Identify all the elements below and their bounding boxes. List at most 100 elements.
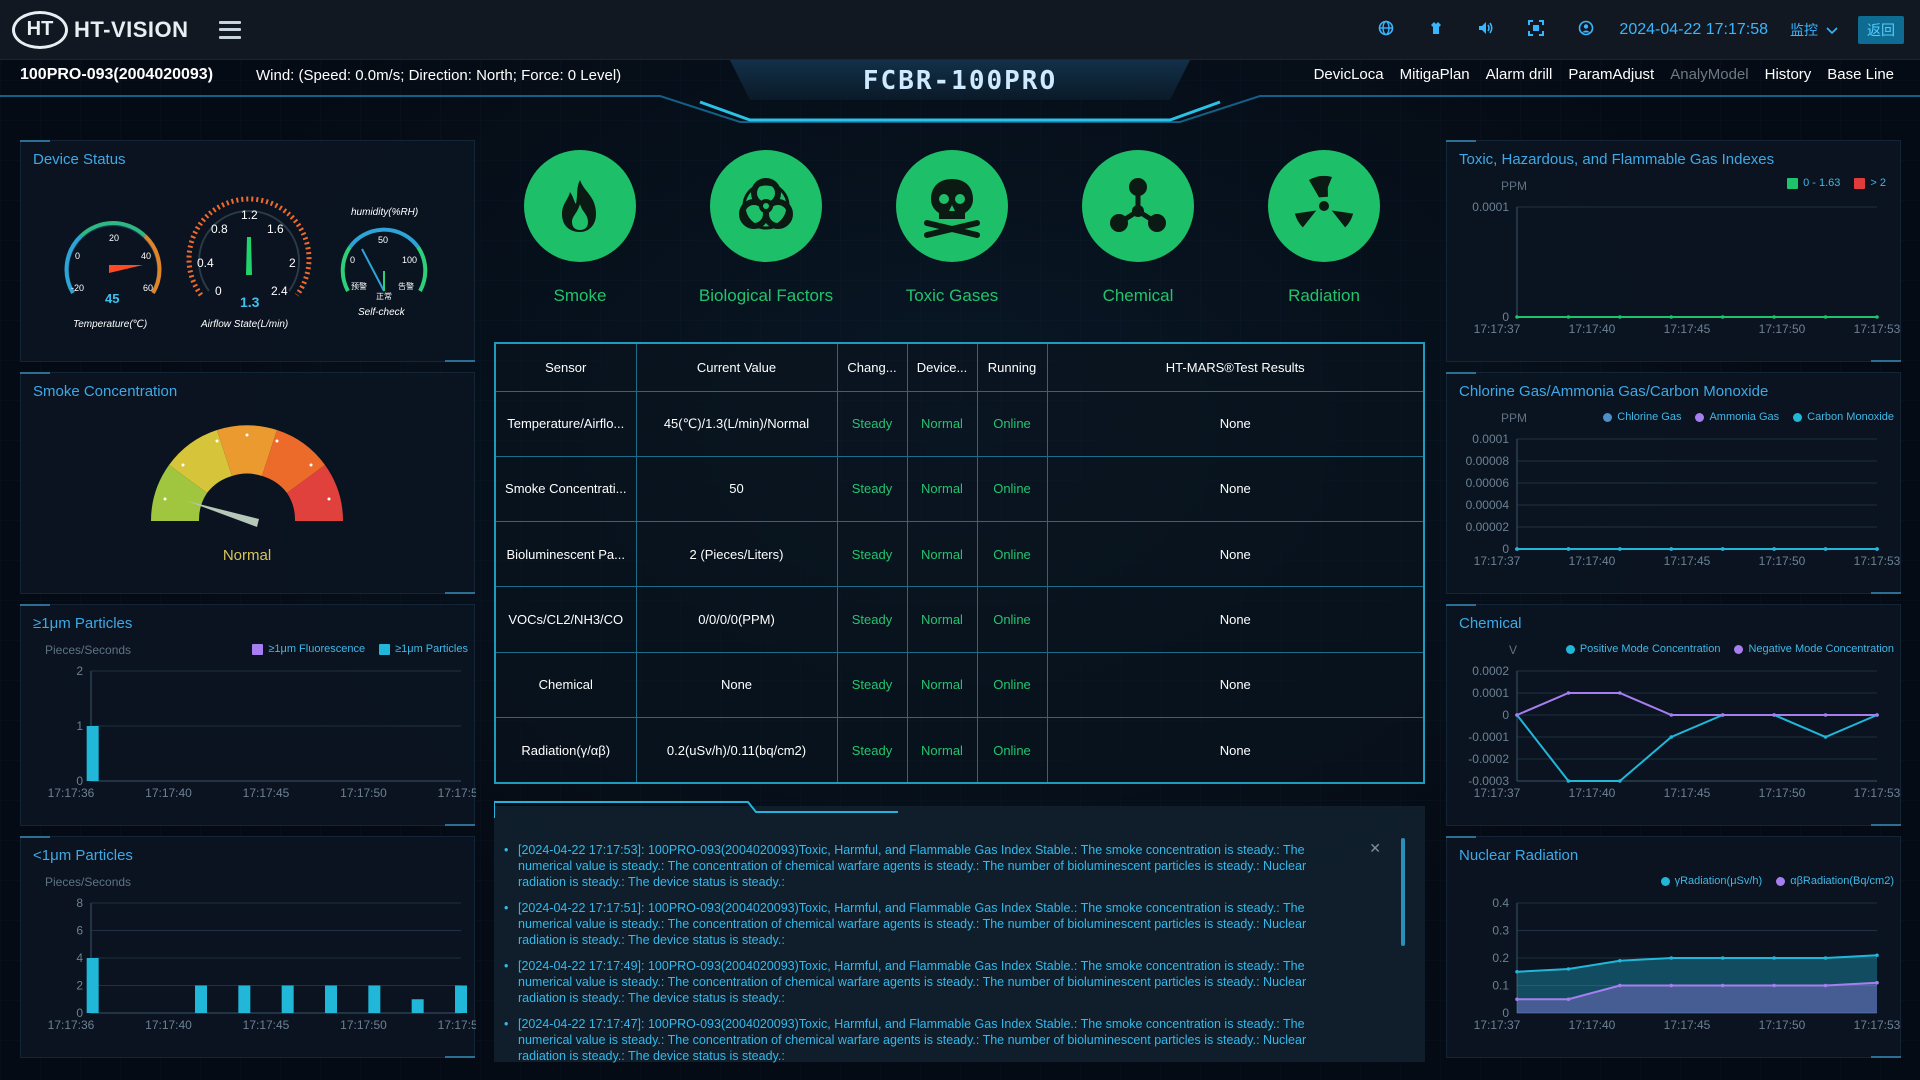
temp-tick: 60 — [143, 283, 153, 293]
series-line — [1516, 692, 1877, 716]
nav-analy-model[interactable]: AnalyModel — [1670, 66, 1748, 83]
x-tick-label: 17:17:50 — [1759, 786, 1806, 800]
airflow-tick: 1.6 — [267, 222, 284, 236]
table-cell: Online — [976, 717, 1048, 784]
column-header[interactable]: Running — [976, 342, 1048, 392]
data-point — [1823, 315, 1828, 319]
nav-history[interactable]: History — [1765, 66, 1812, 83]
table-row[interactable]: Radiation(γ/αβ) 0.2(uSv/h)/0.11(bq/cm2) … — [494, 717, 1425, 784]
nav-param-adjust[interactable]: ParamAdjust — [1568, 66, 1654, 83]
logo-mark: HT — [12, 10, 68, 49]
y-tick-label: 0.00006 — [1466, 476, 1510, 490]
data-point — [1875, 953, 1879, 958]
data-point — [1720, 547, 1725, 551]
hazard-toxic-gases[interactable]: Toxic Gases — [872, 150, 1032, 306]
column-header[interactable]: Chang... — [836, 342, 908, 392]
hazard-smoke[interactable]: Smoke — [500, 150, 660, 306]
skin-theme-icon[interactable] — [1411, 20, 1461, 41]
column-header[interactable]: HT-MARS®Test Results — [1046, 342, 1425, 392]
nav-base-line[interactable]: Base Line — [1827, 66, 1894, 83]
x-tick-label: 17:17:37 — [1474, 322, 1521, 336]
data-point — [1720, 956, 1725, 960]
table-cell: Temperature/Airflo... — [494, 390, 637, 457]
table-row[interactable]: Chemical None Steady Normal Online None — [494, 651, 1425, 719]
wind-info: Wind: (Speed: 0.0m/s; Direction: North; … — [256, 67, 622, 84]
data-point — [1566, 315, 1571, 319]
log-entry: [2024-04-22 17:17:49]: 100PRO-093(200402… — [504, 958, 1354, 1006]
biohazard-icon — [710, 150, 822, 262]
logo-text: HT-VISION — [74, 16, 189, 42]
log-entry: [2024-04-22 17:17:53]: 100PRO-093(200402… — [504, 842, 1354, 890]
humidity-gauge: humidity(%RH) 0 50 100 预警 正常 告警 Self-che… — [340, 207, 428, 318]
humidity-zone: 正常 — [376, 292, 392, 301]
close-icon[interactable]: ✕ — [1369, 840, 1381, 857]
globe-icon[interactable] — [1361, 20, 1411, 41]
y-tick-label: 0.0001 — [1472, 432, 1509, 446]
table-row[interactable]: Smoke Concentrati... 50 Steady Normal On… — [494, 455, 1425, 523]
nav-mitigation-plan[interactable]: MitigaPlan — [1400, 66, 1470, 83]
data-point — [1618, 691, 1622, 695]
table-row[interactable]: Temperature/Airflo... 45(℃)/1.3(L/min)/N… — [494, 390, 1425, 457]
table-row[interactable]: Bioluminescent Pa... 2 (Pieces/Liters) S… — [494, 521, 1425, 588]
y-tick-label: -0.0002 — [1468, 752, 1509, 766]
sensor-table: Sensor Current Value Chang... Device... … — [494, 342, 1425, 784]
back-button[interactable]: 返回 — [1858, 16, 1904, 44]
hazard-chemical[interactable]: Chemical — [1058, 150, 1218, 306]
data-point — [1669, 956, 1674, 960]
airflow-tick: 2.4 — [271, 284, 288, 298]
hazard-label: Biological Factors — [698, 286, 834, 305]
y-tick-label: 8 — [76, 896, 83, 910]
airflow-label: Airflow State(L/min) — [200, 319, 288, 330]
fullscreen-icon[interactable] — [1511, 19, 1561, 41]
bar — [455, 985, 467, 1013]
table-cell: None — [1046, 390, 1425, 457]
data-point — [1566, 967, 1571, 971]
x-tick-label: 17:17:50 — [1759, 1018, 1806, 1032]
series-line — [1516, 714, 1878, 782]
header-divider — [0, 95, 1920, 123]
hazard-radiation[interactable]: Radiation — [1244, 150, 1404, 306]
table-cell: None — [1046, 651, 1425, 719]
x-tick-label: 17:17:37 — [1474, 786, 1521, 800]
datetime: 2024-04-22 17:17:58 — [1619, 21, 1768, 38]
data-point — [1669, 315, 1674, 319]
hazard-biological[interactable]: Biological Factors — [686, 150, 846, 306]
bar — [86, 726, 99, 781]
logo: HT HT-VISION — [12, 10, 189, 49]
x-tick-label: 17:17:45 — [1664, 786, 1711, 800]
y-tick-label: 2 — [76, 664, 83, 678]
column-header[interactable]: Current Value — [635, 342, 838, 392]
table-cell: Steady — [836, 586, 908, 653]
smoke-status: Normal — [223, 547, 271, 564]
table-cell: Normal — [906, 651, 978, 719]
nav-device-location[interactable]: DevicLoca — [1314, 66, 1384, 83]
radiation-icon — [1268, 150, 1380, 262]
airflow-tick: 0 — [215, 284, 222, 298]
data-point — [1772, 956, 1776, 960]
y-tick-label: 0.2 — [1492, 951, 1509, 965]
table-row[interactable]: VOCs/CL2/NH3/CO 0/0/0/0(PPM) Steady Norm… — [494, 586, 1425, 653]
hazard-label: Toxic Gases — [905, 286, 999, 305]
nav-alarm-drill[interactable]: Alarm drill — [1486, 66, 1553, 83]
user-icon[interactable] — [1561, 20, 1611, 41]
data-point — [1875, 980, 1879, 985]
column-header[interactable]: Device... — [906, 342, 978, 392]
data-point — [1823, 547, 1828, 551]
hamburger-menu-icon[interactable] — [218, 20, 241, 39]
data-point — [1772, 315, 1776, 319]
particles-large-panel: ≥1μm Particles Pieces/Seconds ≥1μm Fluor… — [20, 604, 476, 826]
y-tick-label: 4 — [76, 951, 83, 965]
table-cell: Normal — [906, 521, 978, 588]
mode-select[interactable]: 监控 — [1790, 20, 1838, 40]
volume-icon[interactable] — [1461, 20, 1511, 41]
x-tick-label: 17:17:40 — [1569, 322, 1616, 336]
log-frame — [494, 801, 898, 818]
x-tick-label: 17:17:36 — [48, 1018, 95, 1032]
table-cell: None — [1046, 455, 1425, 523]
y-tick-label: 0.00002 — [1466, 520, 1510, 534]
airflow-gauge: 0 0.4 0.8 1.2 1.6 2 2.4 1.3 Airflow Stat… — [186, 196, 312, 330]
log-scrollbar[interactable] — [1401, 838, 1405, 946]
y-tick-label: 0.1 — [1492, 979, 1509, 993]
data-point — [1618, 779, 1622, 783]
column-header[interactable]: Sensor — [494, 342, 637, 392]
